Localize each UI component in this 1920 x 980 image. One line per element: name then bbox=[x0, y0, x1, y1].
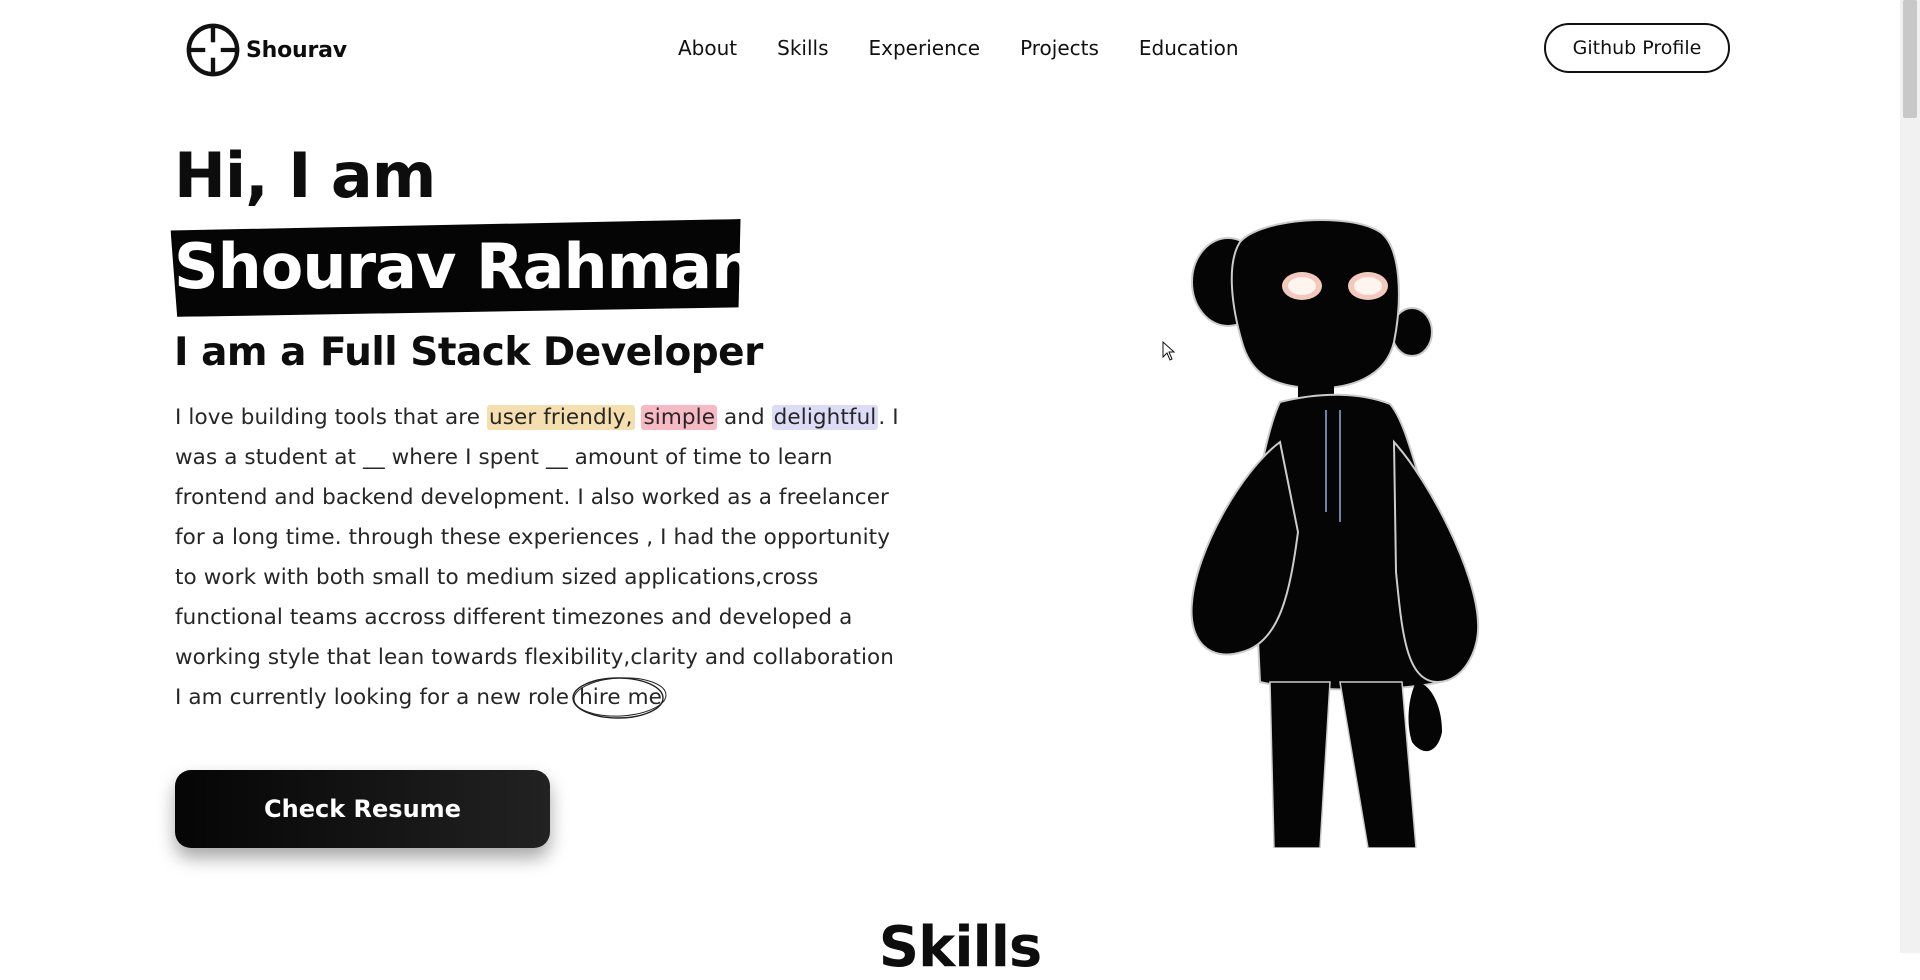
crosshair-icon bbox=[184, 21, 242, 79]
highlight-user-friendly: user friendly, bbox=[486, 405, 635, 430]
nav-link-skills[interactable]: Skills bbox=[777, 36, 828, 60]
skills-section-title: Skills bbox=[878, 915, 1043, 980]
bio-line: functional teams accross different timez… bbox=[175, 605, 853, 630]
bio-line: frontend and backend development. I also… bbox=[175, 485, 889, 510]
check-resume-button[interactable]: Check Resume bbox=[175, 770, 550, 848]
logo-link[interactable]: Shourav bbox=[184, 21, 347, 79]
bio-line: working style that lean towards flexibil… bbox=[175, 645, 895, 670]
hero-greeting: Hi, I am bbox=[174, 139, 436, 212]
bio-line: was a student at __ where I spent __ amo… bbox=[175, 445, 833, 470]
bio-line: I love building tools that are user frie… bbox=[175, 405, 899, 430]
page-scrollbar[interactable] bbox=[1900, 0, 1920, 953]
scrollbar-thumb[interactable] bbox=[1903, 0, 1917, 118]
hero-name: Shourav Rahman bbox=[174, 230, 755, 303]
logo-text: Shourav bbox=[246, 37, 347, 63]
hero-bio: I love building tools that are user frie… bbox=[175, 398, 935, 719]
nav-link-about[interactable]: About bbox=[678, 36, 737, 60]
top-navbar: Shourav About Skills Experience Projects… bbox=[0, 0, 1900, 100]
silhouette-character-illustration bbox=[1180, 212, 1500, 848]
nav-link-education[interactable]: Education bbox=[1139, 36, 1239, 60]
mouse-pointer-icon bbox=[1162, 340, 1176, 361]
highlight-simple: simple bbox=[641, 405, 718, 430]
bio-line: I am currently looking for a new role hi… bbox=[175, 677, 935, 719]
hire-me-link[interactable]: hire me bbox=[572, 677, 667, 719]
highlight-delightful: delightful bbox=[771, 405, 879, 430]
role-title: Full Stack Developer bbox=[319, 330, 763, 375]
hero-role: I am a Full Stack Developer bbox=[174, 330, 763, 375]
nav-link-experience[interactable]: Experience bbox=[869, 36, 981, 60]
nav-link-projects[interactable]: Projects bbox=[1020, 36, 1099, 60]
bio-line: to work with both small to medium sized … bbox=[175, 565, 819, 590]
role-prefix: I am a bbox=[174, 330, 306, 375]
nav-links: About Skills Experience Projects Educati… bbox=[678, 36, 1279, 60]
bio-line: for a long time. through these experienc… bbox=[175, 525, 891, 550]
github-profile-button[interactable]: Github Profile bbox=[1544, 23, 1730, 73]
